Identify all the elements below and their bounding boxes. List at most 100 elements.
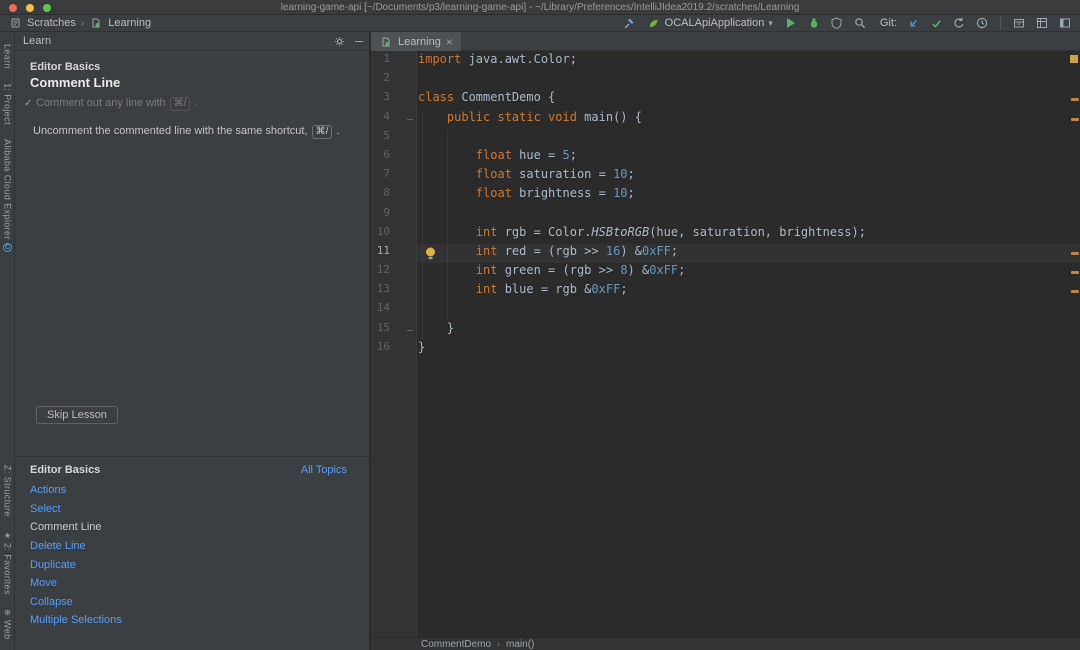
zoom-window-button[interactable] (43, 4, 51, 12)
line-number[interactable]: 2 (371, 71, 416, 90)
star-icon: ★ (4, 531, 11, 540)
coverage-icon[interactable] (830, 16, 844, 30)
code-line[interactable] (418, 301, 1080, 320)
run-configuration-selector[interactable]: OCALApiApplication ▾ (645, 16, 775, 30)
intellij-window: { "titlebar": { "title": "learning-game-… (0, 0, 1080, 650)
tool-window-button-z-structure[interactable]: Z: Structure (3, 465, 13, 517)
history-icon[interactable] (975, 16, 989, 30)
code-line[interactable] (418, 129, 1080, 148)
code-line[interactable]: } (418, 340, 1080, 359)
code-line[interactable]: float saturation = 10; (418, 167, 1080, 186)
change-marker (1071, 98, 1079, 101)
breadcrumb-item-commentdemo[interactable]: CommentDemo (421, 639, 491, 650)
update-project-icon[interactable] (906, 16, 920, 30)
tool-window-button-1-project[interactable]: 1: Project (3, 83, 13, 125)
lesson-list: ActionsSelectComment LineDelete LineDupl… (30, 481, 122, 630)
search-icon[interactable] (853, 16, 867, 30)
lesson-link-collapse[interactable]: Collapse (30, 593, 122, 612)
tool-window-button-2-favorites[interactable]: ★2: Favorites (3, 531, 13, 595)
run-icon[interactable] (784, 16, 798, 30)
breadcrumb-item-scratches[interactable]: Scratches (27, 17, 76, 29)
step-suffix: . (333, 125, 339, 137)
step-suffix: . (191, 97, 197, 109)
line-number[interactable]: 3 (371, 90, 416, 109)
code-line[interactable]: import java.awt.Color; (418, 52, 1080, 71)
tool-window-stripe-left: Learn 1: Project Alibaba Cloud ExplorerC Z… (0, 32, 15, 650)
minimize-window-button[interactable] (26, 4, 34, 12)
hide-panel-icon[interactable] (355, 41, 363, 43)
close-tab-icon[interactable]: × (446, 36, 453, 48)
lesson-link-actions[interactable]: Actions (30, 481, 122, 500)
tool-window-label: Z: Structure (3, 465, 13, 517)
code-line[interactable] (418, 71, 1080, 90)
commit-icon[interactable] (929, 16, 943, 30)
breadcrumb-item-learning[interactable]: Learning (108, 17, 151, 29)
breadcrumb-item-main-[interactable]: main() (506, 639, 534, 650)
footer-module-title: Editor Basics (30, 464, 100, 476)
gear-icon[interactable] (332, 35, 346, 49)
line-number[interactable]: 6 (371, 148, 416, 167)
code-editor[interactable]: 12345678910111213141516 import java.awt.… (371, 51, 1080, 637)
line-number[interactable]: 14 (371, 301, 416, 320)
line-number[interactable]: 13 (371, 282, 416, 301)
line-number[interactable]: 9 (371, 206, 416, 225)
layout-grid-icon[interactable] (1035, 16, 1049, 30)
toolbar-right: OCALApiApplication ▾ Git: (622, 16, 1072, 30)
line-number[interactable]: 15 (371, 321, 416, 340)
code-lines: import java.awt.Color; class CommentDemo … (418, 52, 1080, 359)
lesson-link-comment-line[interactable]: Comment Line (30, 518, 122, 537)
sidebar-icon[interactable] (1058, 16, 1072, 30)
tool-window-button-alibaba-cloud-explorer[interactable]: Alibaba Cloud ExplorerC (3, 139, 13, 252)
code-line[interactable]: int green = (rgb >> 8) &0xFF; (418, 263, 1080, 282)
fold-marker-icon[interactable] (407, 330, 413, 332)
change-marker (1071, 271, 1079, 274)
editor-tab-label: Learning (398, 36, 441, 48)
lesson-link-delete-line[interactable]: Delete Line (30, 537, 122, 556)
line-number[interactable]: 11 (371, 244, 416, 263)
code-line[interactable]: } (418, 321, 1080, 340)
line-number[interactable]: 16 (371, 340, 416, 359)
breadcrumb-separator: › (81, 18, 84, 29)
code-line[interactable]: public static void main() { (418, 110, 1080, 129)
scratches-icon (8, 16, 22, 30)
tool-window-button-web[interactable]: ⊕Web (3, 608, 13, 640)
code-line[interactable] (418, 206, 1080, 225)
line-number[interactable]: 5 (371, 129, 416, 148)
lesson-link-move[interactable]: Move (30, 574, 122, 593)
skip-lesson-button[interactable]: Skip Lesson (36, 406, 118, 424)
tool-window-label: Web (3, 620, 13, 640)
tool-window-button-learn[interactable]: Learn (3, 44, 13, 69)
code-line[interactable]: class CommentDemo { (418, 90, 1080, 109)
spring-boot-icon (647, 16, 661, 30)
code-line[interactable]: int red = (rgb >> 16) &0xFF; (418, 244, 1080, 263)
editor-tab-learning[interactable]: Learning × (371, 32, 461, 51)
editor-area: Learning × 12345678910111213141516 impor… (371, 32, 1080, 650)
change-marker (1071, 252, 1079, 255)
intention-bulb-icon[interactable] (425, 247, 436, 260)
code-line[interactable]: int blue = rgb &0xFF; (418, 282, 1080, 301)
line-number[interactable]: 4 (371, 110, 416, 129)
chevron-down-icon: ▾ (768, 18, 773, 29)
line-number[interactable]: 10 (371, 225, 416, 244)
build-hammer-icon[interactable] (622, 16, 636, 30)
code-line[interactable]: float brightness = 10; (418, 186, 1080, 205)
fold-marker-icon[interactable] (407, 119, 413, 121)
shortcut-badge: ⌘/ (312, 125, 333, 139)
line-number[interactable]: 8 (371, 186, 416, 205)
line-number[interactable]: 12 (371, 263, 416, 282)
lesson-link-select[interactable]: Select (30, 500, 122, 519)
all-topics-link[interactable]: All Topics (301, 464, 347, 476)
revert-icon[interactable] (952, 16, 966, 30)
tool-window-label: Alibaba Cloud Explorer (3, 139, 13, 240)
lesson-link-multiple-selections[interactable]: Multiple Selections (30, 611, 122, 630)
line-number[interactable]: 1 (371, 52, 416, 71)
lesson-step: ✓Uncomment the commented line with the s… (15, 124, 361, 139)
close-window-button[interactable] (9, 4, 17, 12)
lesson-link-duplicate[interactable]: Duplicate (30, 555, 122, 574)
archive-box-icon[interactable] (1012, 16, 1026, 30)
debug-icon[interactable] (807, 16, 821, 30)
code-line[interactable]: int rgb = Color.HSBtoRGB(hue, saturation… (418, 225, 1080, 244)
line-number[interactable]: 7 (371, 167, 416, 186)
learn-tool-window: Learn Editor Basics Comment Line ✓Commen… (15, 32, 370, 650)
code-line[interactable]: float hue = 5; (418, 148, 1080, 167)
